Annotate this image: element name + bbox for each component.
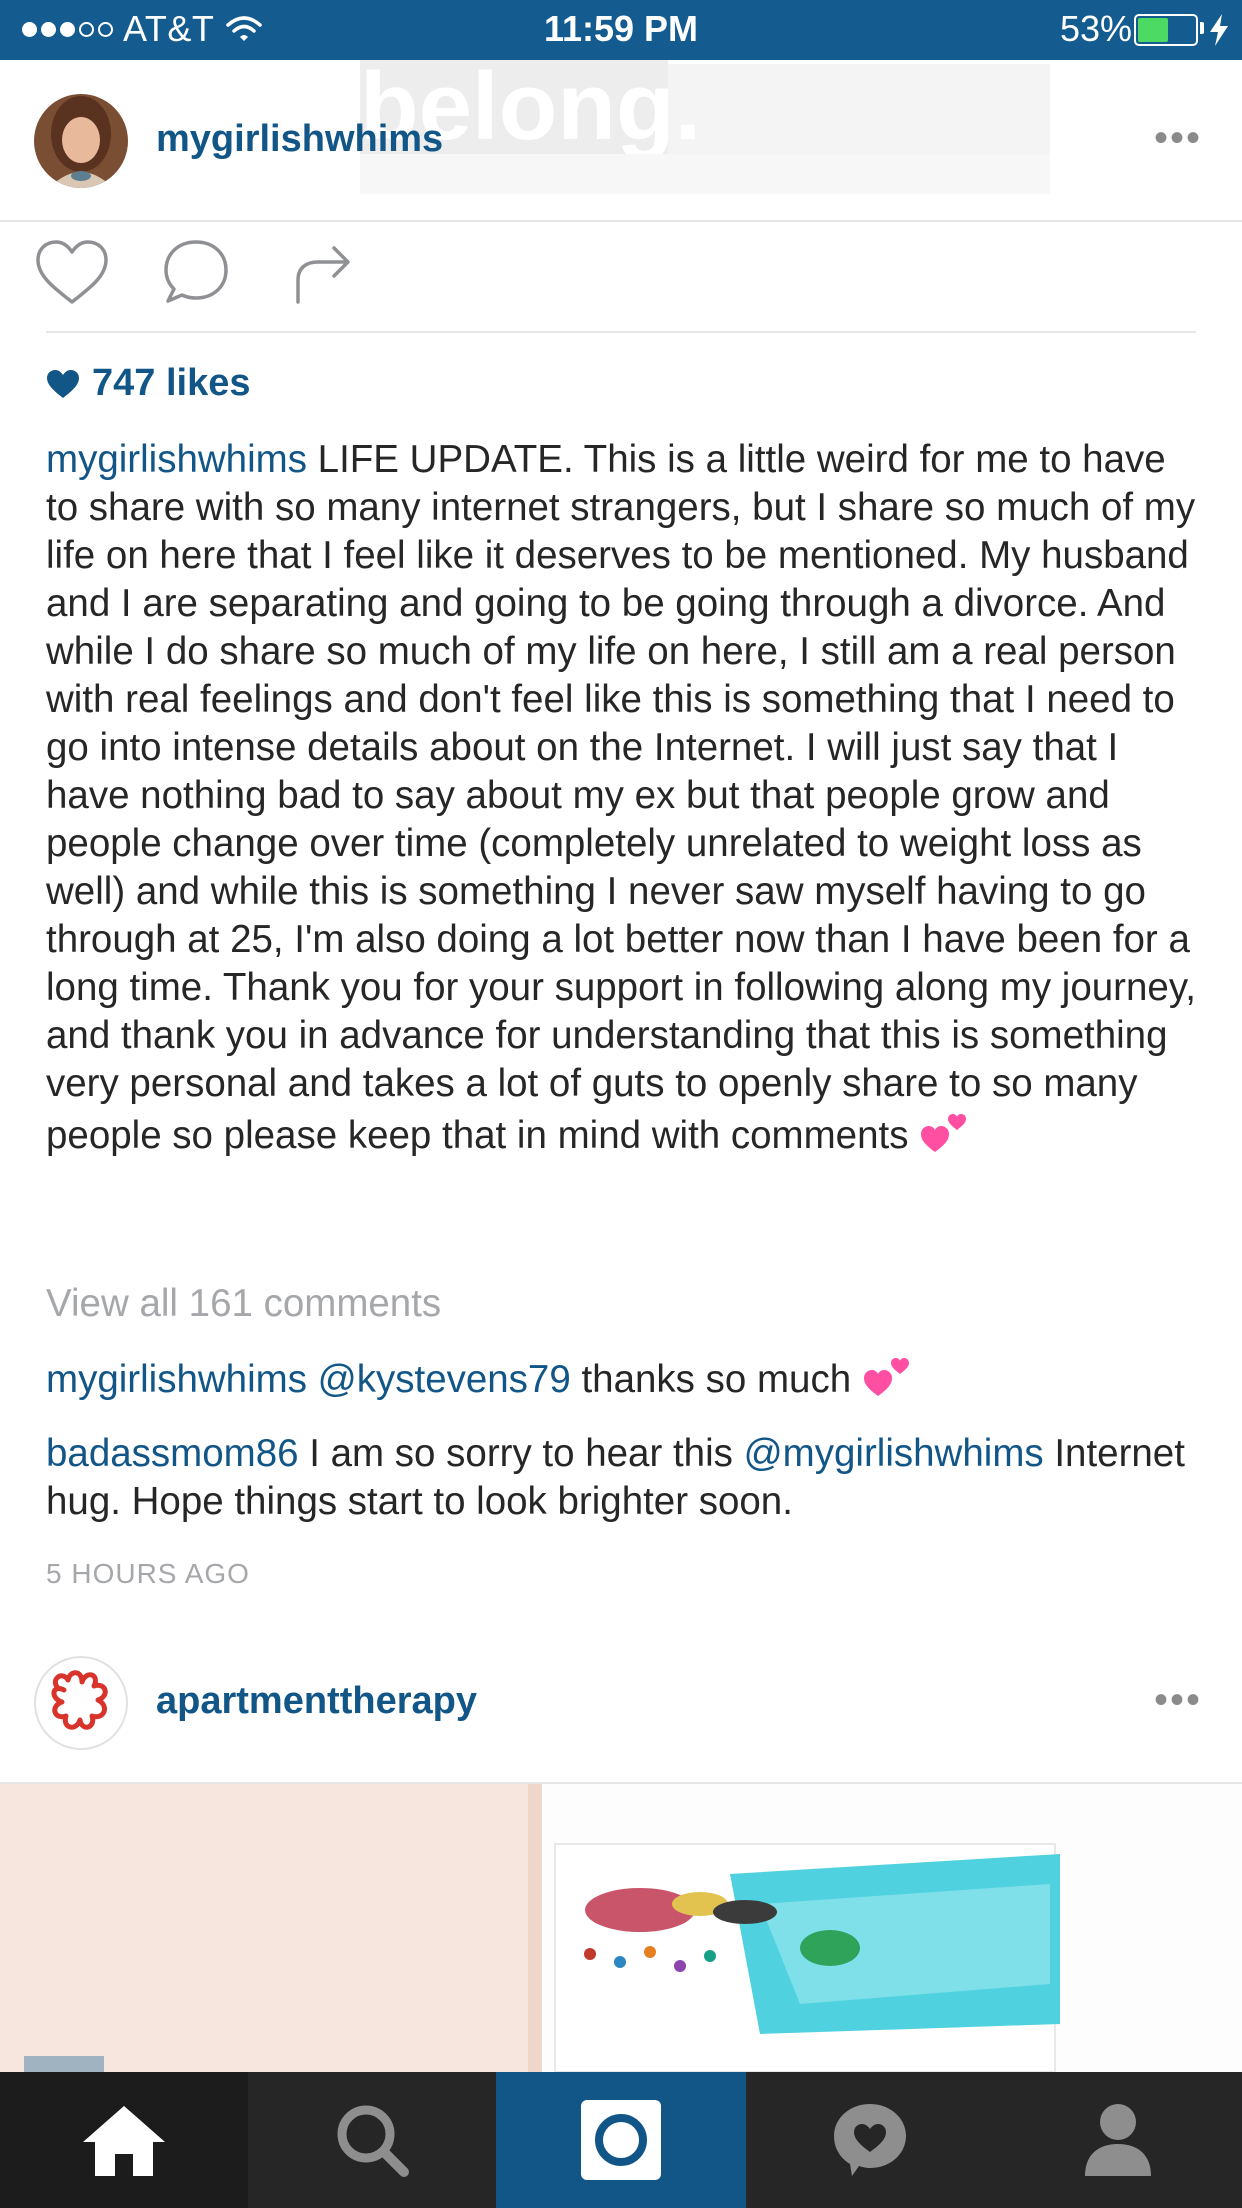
view-all-comments-link[interactable]: View all 161 comments <box>46 1282 441 1326</box>
post-username[interactable]: apartmenttherapy <box>156 1680 477 1723</box>
apartmenttherapy-logo-icon <box>51 1670 108 1730</box>
comment: mygirlishwhims @kystevens79 thanks so mu… <box>46 1352 1206 1404</box>
nav-search[interactable] <box>248 2072 496 2208</box>
comment-text: I am so sorry to hear this <box>309 1432 733 1475</box>
camera-icon <box>581 2100 661 2180</box>
comment-text: thanks so much <box>581 1358 852 1401</box>
like-heart-icon[interactable] <box>34 238 110 306</box>
nav-home[interactable] <box>0 2072 248 2208</box>
likes-count: 747 likes <box>92 362 251 404</box>
avatar[interactable] <box>34 1656 128 1750</box>
nav-camera[interactable] <box>496 2072 746 2208</box>
avatar[interactable] <box>34 94 128 188</box>
nav-activity[interactable] <box>746 2072 994 2208</box>
post-image-strip-lower <box>360 154 1050 194</box>
clock: 11:59 PM <box>543 8 699 49</box>
nav-profile[interactable] <box>994 2072 1242 2208</box>
post-header: apartmenttherapy ••• <box>0 1648 1242 1782</box>
two-hearts-emoji-icon <box>863 1358 909 1396</box>
comment-mention[interactable]: @kystevens79 <box>318 1358 571 1401</box>
home-icon <box>83 2106 165 2176</box>
more-options-icon[interactable]: ••• <box>1154 116 1202 161</box>
share-arrow-icon[interactable] <box>290 240 354 304</box>
post-username[interactable]: mygirlishwhims <box>156 118 443 161</box>
charging-bolt-icon <box>1210 14 1228 46</box>
battery-percent: 53% <box>1059 8 1132 49</box>
caption-text: LIFE UPDATE. This is a little weird for … <box>46 438 1196 1157</box>
comment-username[interactable]: mygirlishwhims <box>46 1358 307 1401</box>
post-photo <box>0 1784 1242 2072</box>
activity-icon <box>834 2104 906 2176</box>
post-caption: mygirlishwhims LIFE UPDATE. This is a li… <box>46 436 1206 1160</box>
battery-icon <box>1134 14 1198 46</box>
profile-icon <box>1085 2104 1151 2176</box>
battery-cap <box>1200 22 1204 34</box>
more-options-icon[interactable]: ••• <box>1154 1678 1202 1723</box>
bottom-nav <box>0 2072 1242 2208</box>
battery-level <box>1138 18 1168 42</box>
post-actions <box>0 222 1242 332</box>
divider <box>46 331 1196 333</box>
search-icon <box>337 2105 409 2177</box>
avatar-photo <box>34 94 128 188</box>
two-hearts-emoji-icon <box>921 1114 967 1152</box>
post-timestamp: 5 HOURS AGO <box>46 1558 250 1589</box>
likes-heart-icon <box>47 369 79 398</box>
comment: badassmom86 I am so sorry to hear this @… <box>46 1430 1206 1526</box>
caption-username[interactable]: mygirlishwhims <box>46 438 307 481</box>
status-bar: AT&T 11:59 PM 53% <box>0 0 1242 60</box>
comment-mention[interactable]: @mygirlishwhims <box>744 1432 1044 1475</box>
comment-bubble-icon[interactable] <box>162 238 230 306</box>
comment-username[interactable]: badassmom86 <box>46 1432 299 1475</box>
likes-row[interactable]: 747 likes <box>46 362 250 405</box>
post-image[interactable] <box>0 1784 1242 2072</box>
post-header: belong. mygirlishwhims ••• <box>0 59 1242 220</box>
